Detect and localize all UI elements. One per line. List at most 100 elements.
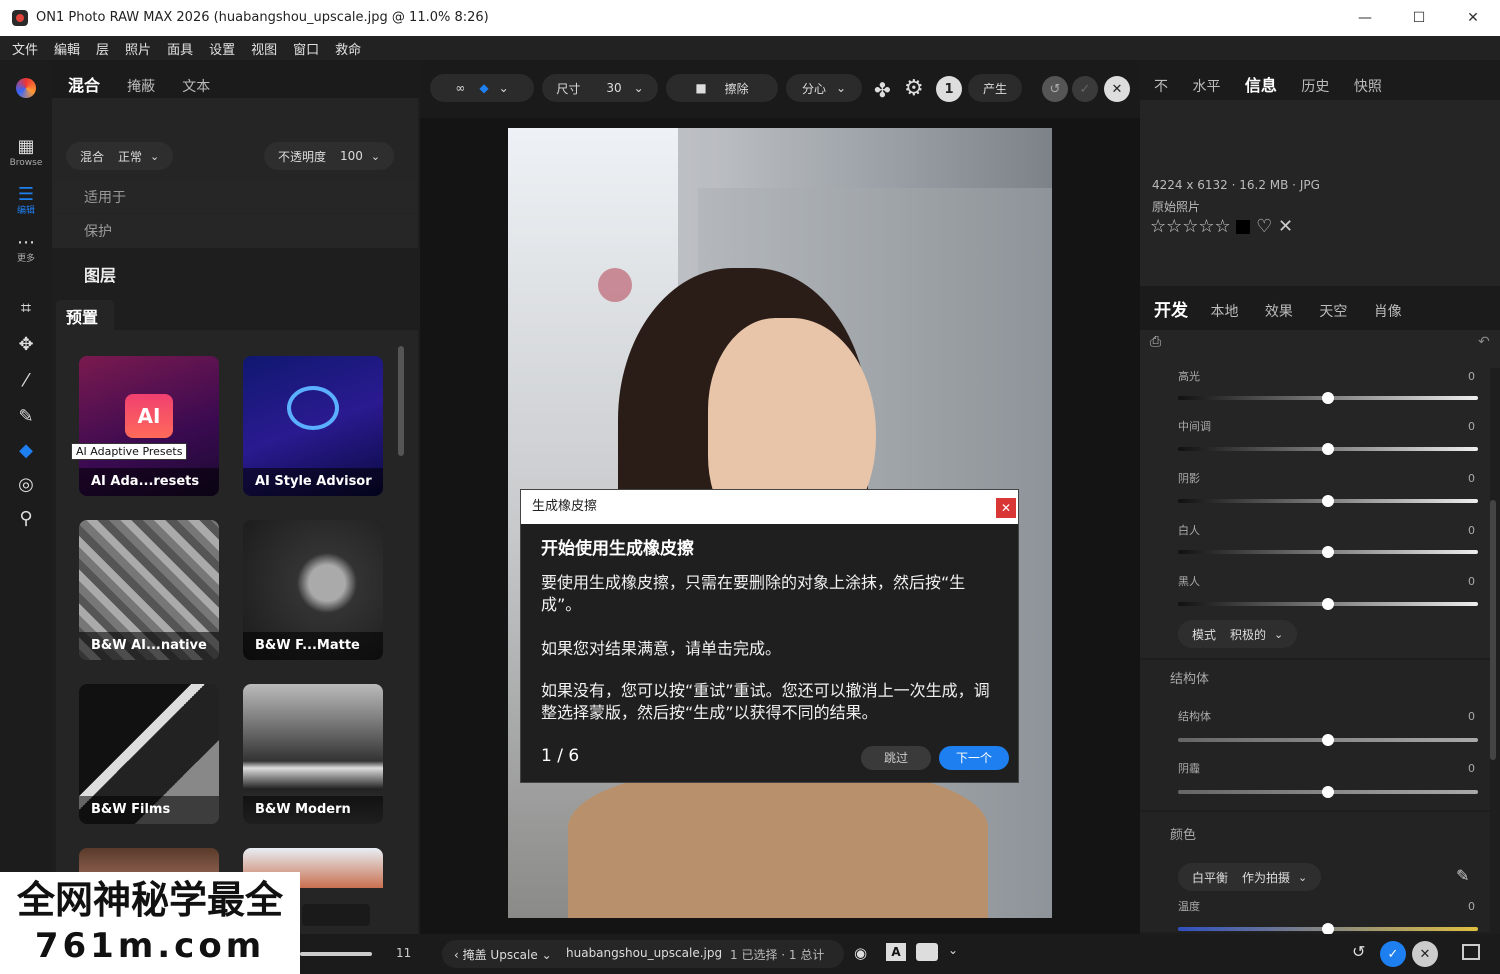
info-icon[interactable]: 1 — [936, 76, 962, 102]
crop-icon[interactable]: ⌗ — [8, 298, 44, 320]
structure-heading[interactable]: 结构体 — [1170, 668, 1209, 687]
preset-bw-films[interactable]: B&W Films — [79, 684, 219, 824]
undo-icon[interactable]: ↺ — [1352, 942, 1365, 961]
structure-slider[interactable] — [1178, 734, 1478, 746]
minimize-button[interactable]: — — [1338, 0, 1392, 36]
menu-edit[interactable]: 編輯 — [54, 39, 80, 58]
opacity-dropdown[interactable]: 不透明度 100 ⌄ — [264, 142, 395, 170]
tab-effects[interactable]: 效果 — [1265, 304, 1293, 320]
done-button[interactable]: ✓ — [1380, 941, 1406, 967]
cancel-button[interactable]: ✕ — [1412, 941, 1438, 967]
tab-portrait[interactable]: 肖像 — [1374, 304, 1402, 320]
rating-stars[interactable]: ☆☆☆☆☆ ♡ ✕ — [1150, 216, 1293, 237]
tab-history[interactable]: 历史 — [1301, 79, 1329, 95]
slider-knob[interactable] — [1322, 734, 1334, 746]
tab-sky[interactable]: 天空 — [1319, 304, 1347, 320]
eraser-icon[interactable]: ◆ — [8, 440, 44, 462]
fingerprint-icon[interactable]: ◎ — [8, 474, 44, 496]
blacks-slider[interactable] — [1178, 598, 1478, 610]
slider-knob[interactable] — [1322, 786, 1334, 798]
export-icon[interactable]: ⎙ — [1150, 334, 1161, 350]
menu-settings[interactable]: 设置 — [209, 39, 235, 58]
skip-button[interactable]: 跳过 — [861, 746, 931, 770]
tab-text[interactable]: 文本 — [182, 79, 210, 95]
preset-bw-modern[interactable]: B&W Modern — [243, 684, 383, 824]
brush-mode-dropdown[interactable]: ∞ ◆ ⌄ — [430, 74, 534, 102]
tab-info[interactable]: 信息 — [1245, 76, 1277, 95]
next-button[interactable]: 下一个 — [939, 746, 1009, 770]
tab-nav[interactable]: 不 — [1154, 79, 1168, 95]
puzzle-icon[interactable]: ✤ — [874, 78, 891, 102]
edit-tool[interactable]: ☰ 编辑 — [8, 184, 44, 217]
eye-icon[interactable]: ◉ — [854, 944, 867, 962]
highlights-slider[interactable] — [1178, 392, 1478, 404]
menu-help[interactable]: 救命 — [335, 39, 361, 58]
heart-icon[interactable]: ♡ — [1256, 216, 1272, 237]
presets-scrollbar[interactable] — [398, 346, 404, 456]
menu-view[interactable]: 视图 — [251, 39, 277, 58]
shadows-slider[interactable] — [1178, 495, 1478, 507]
tab-blend[interactable]: 混合 — [68, 76, 100, 95]
temperature-slider[interactable] — [1178, 923, 1478, 935]
preset-bw-ai-native[interactable]: B&W AI...native — [79, 520, 219, 660]
midtones-slider[interactable] — [1178, 443, 1478, 455]
gear-icon[interactable]: ⚙ — [904, 76, 924, 101]
dialog-page-indicator: 1 / 6 — [541, 746, 580, 766]
preset-bw-film-matte[interactable]: B&W F...Matte — [243, 520, 383, 660]
move-icon[interactable]: ✥ — [8, 334, 44, 356]
tab-masking[interactable]: 掩蔽 — [127, 79, 155, 95]
maximize-button[interactable]: ☐ — [1392, 0, 1446, 36]
color-label-icon[interactable] — [1236, 220, 1251, 234]
tab-snapshots[interactable]: 快照 — [1354, 79, 1382, 95]
eyedropper-icon[interactable]: ✎ — [1456, 866, 1469, 885]
whites-slider[interactable] — [1178, 546, 1478, 558]
mode-dropdown[interactable]: 模式 积极的 ⌄ — [1178, 620, 1298, 648]
cancel-icon[interactable]: ✕ — [1104, 76, 1130, 102]
apply-to-row[interactable]: 适用于 — [52, 182, 418, 212]
white-balance-dropdown[interactable]: 白平衡 作为拍摄 ⌄ — [1178, 863, 1322, 891]
menu-mask[interactable]: 面具 — [167, 39, 193, 58]
browse-tool[interactable]: ▦ Browse — [8, 136, 44, 169]
color-heading[interactable]: 颜色 — [1170, 824, 1196, 843]
menu-file[interactable]: 文件 — [12, 39, 38, 58]
retouch-brush-icon[interactable]: ✎ — [8, 406, 44, 428]
erase-button[interactable]: ■ 擦除 — [666, 74, 778, 102]
slider-knob[interactable] — [1322, 392, 1334, 404]
slider-knob[interactable] — [1322, 546, 1334, 558]
mask-nav[interactable]: ‹ 掩盖 Upscale ⌄ — [454, 946, 552, 963]
thumb-size-slider[interactable] — [300, 952, 372, 956]
protect-row[interactable]: 保护 — [52, 215, 418, 247]
menu-photo[interactable]: 照片 — [125, 39, 151, 58]
panel-toggle-icon[interactable] — [1462, 944, 1480, 960]
menu-window[interactable]: 窗口 — [293, 39, 319, 58]
produce-button[interactable]: 产生 — [968, 74, 1022, 102]
slider-knob[interactable] — [1322, 443, 1334, 455]
tab-local[interactable]: 本地 — [1210, 304, 1238, 320]
blend-mode-dropdown[interactable]: 混合 正常 ⌄ — [66, 142, 174, 170]
preset-ai-style-advisor[interactable]: AI Style Advisor — [243, 356, 383, 496]
right-scrollbar[interactable] — [1490, 500, 1496, 760]
haze-slider[interactable] — [1178, 786, 1478, 798]
slider-knob[interactable] — [1322, 598, 1334, 610]
undo-icon[interactable]: ↺ — [1042, 76, 1068, 102]
layers-heading[interactable]: 图层 — [84, 262, 116, 286]
chevron-down-icon[interactable]: ⌄ — [948, 943, 958, 957]
more-tool[interactable]: ⋯ 更多 — [8, 232, 44, 265]
tab-develop[interactable]: 开发 — [1154, 301, 1188, 321]
mode-dropdown[interactable]: 分心 ⌄ — [786, 74, 862, 102]
reject-icon[interactable]: ✕ — [1278, 216, 1293, 237]
presets-heading[interactable]: 预置 — [66, 304, 98, 328]
zoom-icon[interactable]: ⚲ — [8, 508, 44, 530]
brush-icon[interactable]: ⁄ — [8, 370, 44, 392]
slider-knob[interactable] — [1322, 495, 1334, 507]
dialog-close-button[interactable]: ✕ — [996, 498, 1016, 518]
menu-layer[interactable]: 层 — [96, 39, 109, 58]
size-dropdown[interactable]: 尺寸 30 ⌄ — [542, 74, 658, 102]
check-icon[interactable]: ✓ — [1072, 76, 1098, 102]
preset-ai-adaptive[interactable]: AI AI Ada...resets — [79, 356, 219, 496]
text-overlay-icon[interactable]: A — [886, 943, 906, 961]
mask-overlay-icon[interactable] — [916, 943, 938, 961]
reset-icon[interactable]: ↶ — [1478, 334, 1490, 350]
tab-levels[interactable]: 水平 — [1192, 79, 1220, 95]
close-window-button[interactable]: ✕ — [1446, 0, 1500, 36]
